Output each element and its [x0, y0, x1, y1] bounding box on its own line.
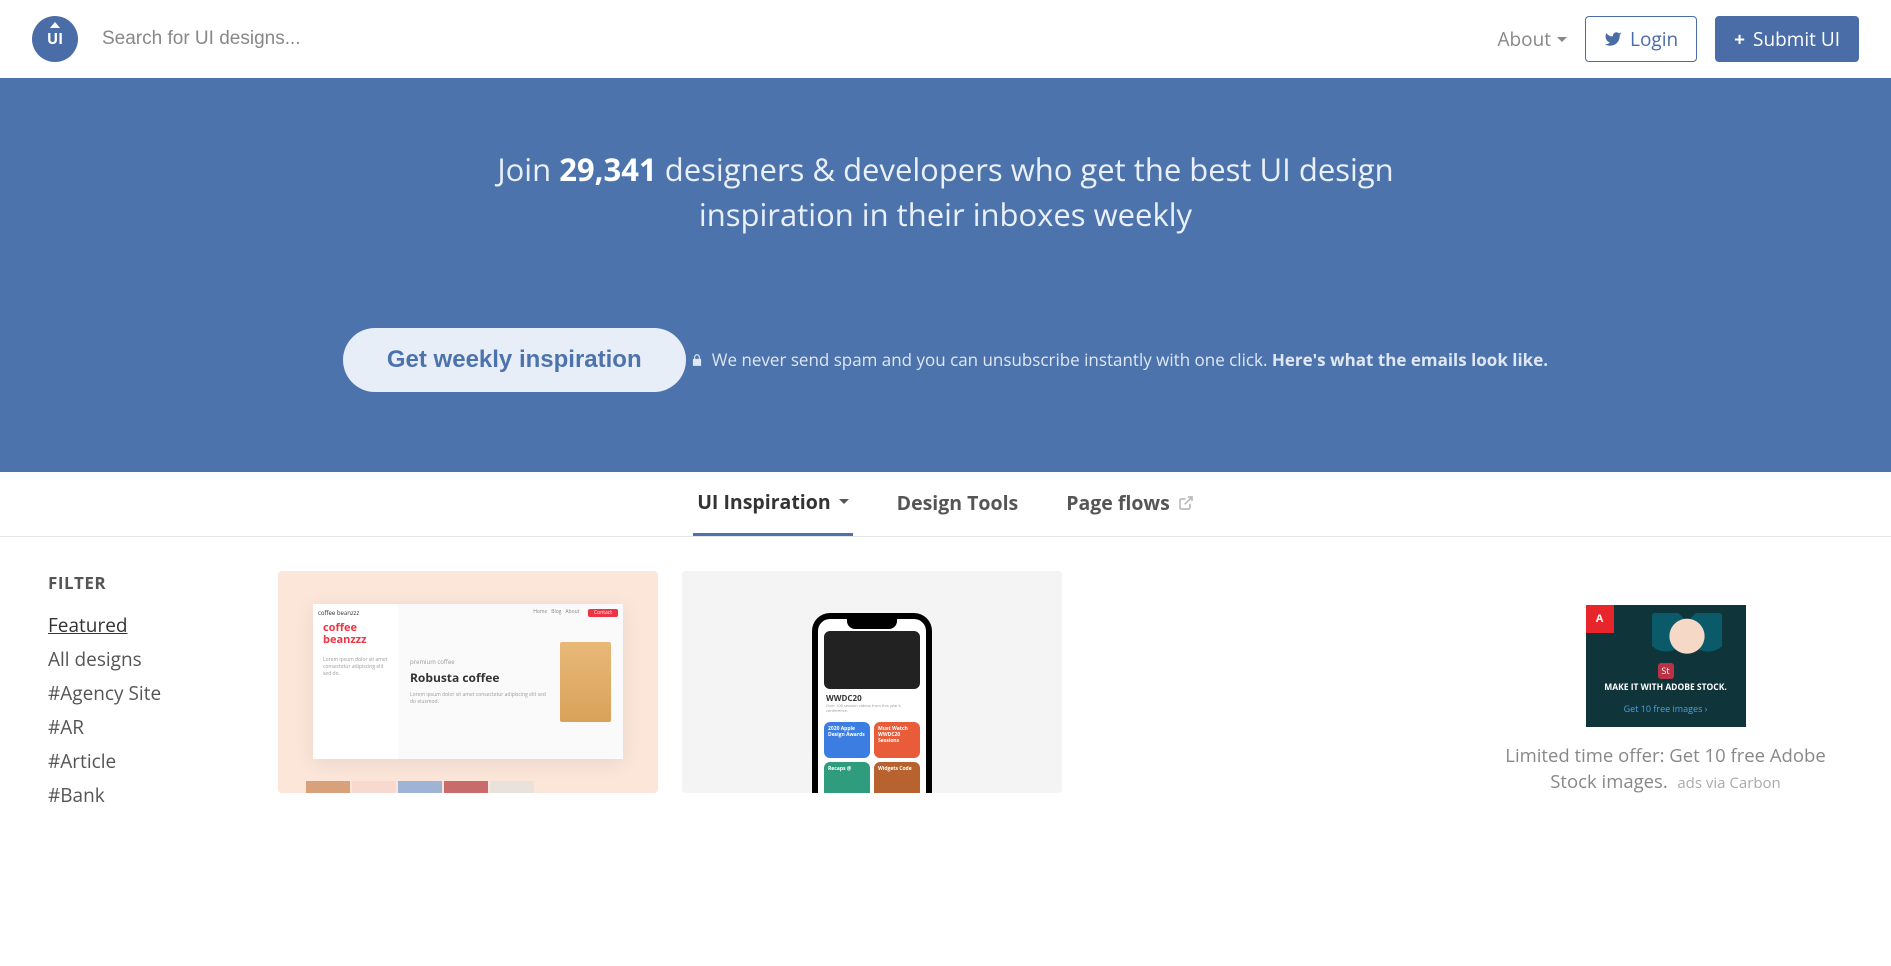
hero-section: Join 29,341 designers & developers who g… — [0, 78, 1891, 472]
phone-screen: WWDC20 Over 100 session videos from this… — [818, 619, 926, 793]
tab-design-tools[interactable]: Design Tools — [893, 472, 1023, 536]
card-product-text: premium coffee Robusta coffee Lorem ipsu… — [410, 658, 550, 706]
search-input[interactable] — [78, 18, 1498, 60]
sidebar: FILTER Featured All designs #Agency Site… — [48, 571, 238, 812]
tabs-bar: UI Inspiration Design Tools Page flows — [0, 472, 1891, 537]
tab-label: Design Tools — [897, 489, 1019, 516]
tab-page-flows[interactable]: Page flows — [1062, 472, 1198, 536]
filter-list: Featured All designs #Agency Site #AR #A… — [48, 608, 238, 812]
chevron-down-icon — [1557, 37, 1567, 42]
content: FILTER Featured All designs #Agency Site… — [0, 537, 1891, 846]
hero-title-prefix: Join — [497, 149, 559, 191]
plus-icon: + — [1734, 26, 1745, 52]
card-product-desc: Lorem ipsum dolor sit amet consectetur a… — [410, 692, 550, 706]
login-button[interactable]: Login — [1585, 16, 1697, 62]
external-link-icon — [1178, 495, 1194, 511]
card-mock-header: coffee beanzzz Home Blog About Contact — [318, 609, 618, 617]
phone-mockup: WWDC20 Over 100 session videos from this… — [812, 613, 932, 793]
filter-item-featured[interactable]: Featured — [48, 608, 238, 642]
hero-note: We never send spam and you can unsubscri… — [690, 348, 1548, 371]
carbon-ad[interactable]: A St MAKE IT WITH ADOBE STOCK. Get 10 fr… — [1586, 605, 1746, 727]
ad-subline: Get 10 free images › — [1586, 702, 1746, 715]
hero-count: 29,341 — [559, 149, 656, 191]
card-product-name: Robusta coffee — [410, 669, 499, 686]
ad-via-text[interactable]: ads via Carbon — [1677, 773, 1780, 793]
card-mock-left: coffeebeanzzz Lorem ipsum dolor sit amet… — [313, 604, 398, 759]
card-small-label: premium coffee — [410, 658, 550, 666]
login-label: Login — [1630, 26, 1678, 52]
header: UI About Login + Submit UI — [0, 0, 1891, 78]
phone-notch-icon — [847, 619, 897, 629]
hero-title-suffix: designers & developers who get the best … — [657, 149, 1394, 236]
hero-note-link[interactable]: Here's what the emails look like. — [1272, 348, 1548, 371]
filter-item-agency-site[interactable]: #Agency Site — [48, 676, 238, 710]
phone-tile-grid: 2020 Apple Design Awards Must Watch WWDC… — [818, 718, 926, 793]
submit-label: Submit UI — [1753, 26, 1840, 52]
hero-note-text: We never send spam and you can unsubscri… — [712, 348, 1272, 371]
card-grid: coffee beanzzz Home Blog About Contact c… — [278, 571, 1448, 812]
hero-title: Join 29,341 designers & developers who g… — [496, 148, 1396, 238]
adobe-logo-icon: A — [1586, 605, 1614, 633]
coffee-bag-icon — [560, 642, 611, 722]
filter-item-article[interactable]: #Article — [48, 744, 238, 778]
filter-item-bank[interactable]: #Bank — [48, 778, 238, 812]
lock-icon — [690, 353, 704, 367]
tabs: UI Inspiration Design Tools Page flows — [0, 472, 1891, 536]
phone-tile: Recaps @ — [824, 762, 870, 793]
get-weekly-inspiration-button[interactable]: Get weekly inspiration — [343, 328, 686, 392]
logo-text: UI — [47, 29, 63, 49]
phone-subtitle: Over 100 session videos from this year's… — [818, 704, 926, 718]
tab-ui-inspiration[interactable]: UI Inspiration — [693, 472, 852, 536]
filter-item-all-designs[interactable]: All designs — [48, 642, 238, 676]
phone-tile: Widgets Code — [874, 762, 920, 793]
phone-tile: Must Watch WWDC20 Sessions — [874, 722, 920, 758]
chevron-down-icon — [839, 499, 849, 504]
tab-label: UI Inspiration — [697, 488, 830, 515]
design-card[interactable]: coffee beanzzz Home Blog About Contact c… — [278, 571, 658, 793]
card-brand-text: coffeebeanzzz — [323, 622, 388, 646]
phone-hero-image — [824, 631, 920, 689]
adobe-stock-icon: St — [1658, 663, 1674, 679]
card-mock-brand: coffee beanzzz — [318, 609, 359, 617]
card-desc-text: Lorem ipsum dolor sit amet consectetur a… — [323, 657, 388, 678]
logo[interactable]: UI — [32, 16, 78, 62]
card-mock-footer — [306, 781, 534, 793]
submit-ui-button[interactable]: + Submit UI — [1715, 16, 1859, 62]
twitter-icon — [1604, 30, 1622, 48]
ad-caption[interactable]: Limited time offer: Get 10 free Adobe St… — [1488, 743, 1843, 795]
header-right: About Login + Submit UI — [1498, 16, 1859, 62]
design-card[interactable]: WWDC20 Over 100 session videos from this… — [682, 571, 1062, 793]
card-mock-main: premium coffee Robusta coffee Lorem ipsu… — [398, 604, 623, 759]
filter-title: FILTER — [48, 571, 238, 594]
filter-item-ar[interactable]: #AR — [48, 710, 238, 744]
about-dropdown[interactable]: About — [1498, 26, 1568, 52]
ad-headline: MAKE IT WITH ADOBE STOCK. — [1586, 682, 1746, 693]
ad-column: A St MAKE IT WITH ADOBE STOCK. Get 10 fr… — [1488, 571, 1843, 812]
phone-title: WWDC20 — [818, 693, 926, 704]
phone-tile: 2020 Apple Design Awards — [824, 722, 870, 758]
about-label: About — [1498, 26, 1552, 52]
card-mock-body: coffeebeanzzz Lorem ipsum dolor sit amet… — [313, 604, 623, 759]
card-mock-nav: Home Blog About Contact — [533, 609, 618, 617]
tab-label: Page flows — [1066, 489, 1170, 516]
